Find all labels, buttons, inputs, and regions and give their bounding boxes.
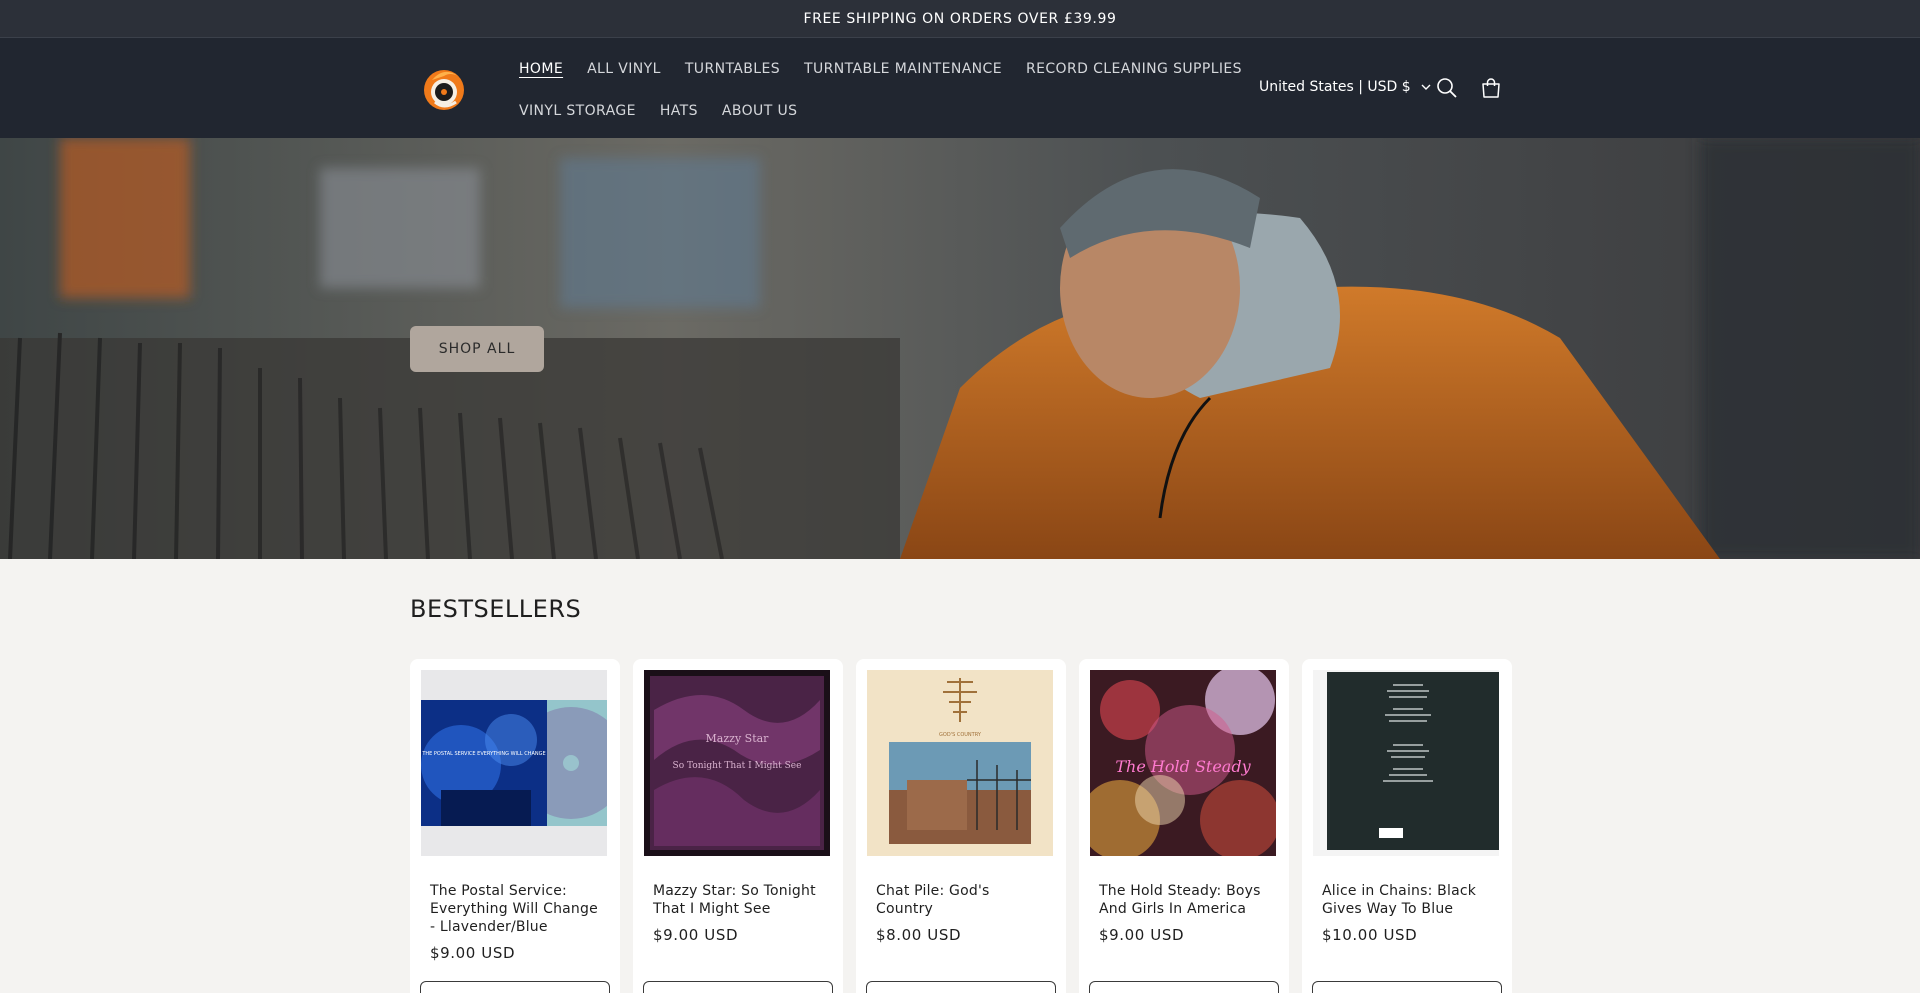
product-grid: THE POSTAL SERVICE EVERYTHING WILL CHANG… xyxy=(410,659,1512,993)
product-image[interactable] xyxy=(1313,670,1499,856)
product-price: $9.00 USD xyxy=(430,944,516,962)
product-card[interactable]: THE POSTAL SERVICE EVERYTHING WILL CHANG… xyxy=(410,659,620,993)
svg-text:The Hold Steady: The Hold Steady xyxy=(1115,757,1251,776)
announcement-text: FREE SHIPPING ON ORDERS OVER £39.99 xyxy=(803,10,1117,27)
product-title[interactable]: The Postal Service: Everything Will Chan… xyxy=(421,882,609,936)
hero-banner: SHOP ALL xyxy=(0,138,1920,559)
country-selector-label: United States | USD $ xyxy=(1259,79,1411,95)
section-title: BESTSELLERS xyxy=(410,595,582,623)
add-to-cart-button[interactable] xyxy=(420,981,610,993)
svg-text:So Tonight That I Might See: So Tonight That I Might See xyxy=(673,761,802,771)
product-title[interactable]: The Hold Steady: Boys And Girls In Ameri… xyxy=(1090,882,1278,918)
product-price: $8.00 USD xyxy=(876,926,962,944)
nav-item-record-cleaning-supplies[interactable]: RECORD CLEANING SUPPLIES xyxy=(1026,58,1242,80)
main-nav-row-1: HOME ALL VINYL TURNTABLES TURNTABLE MAIN… xyxy=(519,58,1266,80)
product-card[interactable]: Alice in Chains: Black Gives Way To Blue… xyxy=(1302,659,1512,993)
product-image[interactable]: The Hold Steady xyxy=(1090,670,1276,856)
product-image[interactable]: GOD'S COUNTRY xyxy=(867,670,1053,856)
product-price: $9.00 USD xyxy=(653,926,739,944)
product-title[interactable]: Alice in Chains: Black Gives Way To Blue xyxy=(1313,882,1501,918)
bestsellers-section: BESTSELLERS THE POSTAL SERVICE EVERYTHIN… xyxy=(0,559,1920,993)
nav-item-home[interactable]: HOME xyxy=(519,58,563,80)
add-to-cart-button[interactable] xyxy=(643,981,833,993)
product-card[interactable]: The Hold Steady The Hold Steady: Boys An… xyxy=(1079,659,1289,993)
nav-item-hats[interactable]: HATS xyxy=(660,100,698,122)
product-card[interactable]: GOD'S COUNTRY Chat Pile: God's Country $… xyxy=(856,659,1066,993)
hero-image xyxy=(0,138,1920,559)
nav-item-turntables[interactable]: TURNTABLES xyxy=(685,58,780,80)
nav-item-all-vinyl[interactable]: ALL VINYL xyxy=(587,58,661,80)
product-image[interactable]: Mazzy Star So Tonight That I Might See xyxy=(644,670,830,856)
product-image[interactable]: THE POSTAL SERVICE EVERYTHING WILL CHANG… xyxy=(421,670,607,856)
shop-all-button[interactable]: SHOP ALL xyxy=(410,326,544,372)
country-currency-selector[interactable]: United States | USD $ xyxy=(1259,79,1431,95)
product-card[interactable]: Mazzy Star So Tonight That I Might See M… xyxy=(633,659,843,993)
product-price: $9.00 USD xyxy=(1099,926,1185,944)
add-to-cart-button[interactable] xyxy=(1089,981,1279,993)
search-icon[interactable] xyxy=(1435,76,1459,100)
nav-item-vinyl-storage[interactable]: VINYL STORAGE xyxy=(519,100,636,122)
announcement-bar: FREE SHIPPING ON ORDERS OVER £39.99 xyxy=(0,0,1920,38)
add-to-cart-button[interactable] xyxy=(866,981,1056,993)
main-nav-row-2: VINYL STORAGE HATS ABOUT US xyxy=(519,100,821,122)
nav-item-turntable-maintenance[interactable]: TURNTABLE MAINTENANCE xyxy=(804,58,1002,80)
svg-text:Mazzy Star: Mazzy Star xyxy=(706,732,770,745)
site-header: HOME ALL VINYL TURNTABLES TURNTABLE MAIN… xyxy=(0,38,1920,138)
nav-item-about-us[interactable]: ABOUT US xyxy=(722,100,798,122)
logo-icon[interactable] xyxy=(418,62,470,114)
svg-text:GOD'S COUNTRY: GOD'S COUNTRY xyxy=(939,732,982,738)
product-price: $10.00 USD xyxy=(1322,926,1418,944)
svg-text:THE POSTAL SERVICE EVERYTHING: THE POSTAL SERVICE EVERYTHING WILL CHANG… xyxy=(421,751,545,757)
product-title[interactable]: Mazzy Star: So Tonight That I Might See xyxy=(644,882,832,918)
cart-icon[interactable] xyxy=(1479,76,1503,100)
add-to-cart-button[interactable] xyxy=(1312,981,1502,993)
product-title[interactable]: Chat Pile: God's Country xyxy=(867,882,1055,918)
chevron-down-icon xyxy=(1421,84,1431,90)
